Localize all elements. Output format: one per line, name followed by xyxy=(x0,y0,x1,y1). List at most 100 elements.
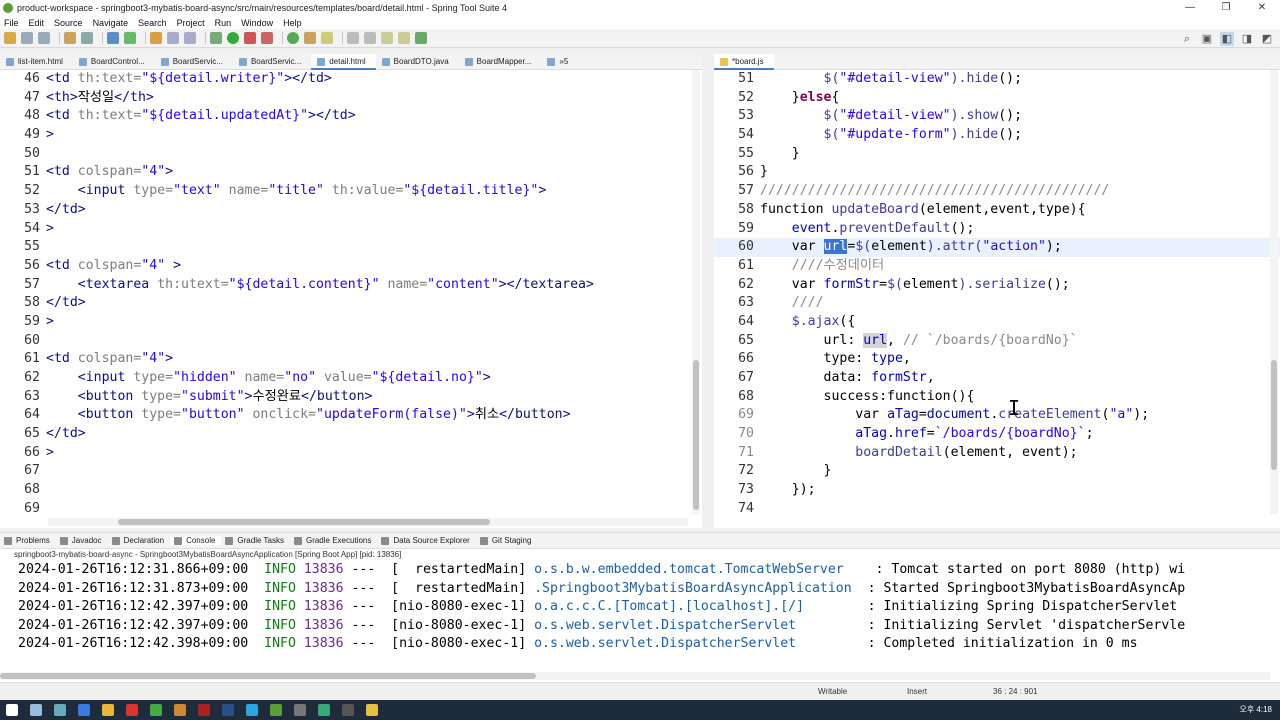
system-clock[interactable]: 오후 4:18 xyxy=(1239,704,1272,715)
back-icon[interactable] xyxy=(381,32,393,44)
console-output[interactable]: 2024-01-26T16:12:31.866+09:00 INFO 13836… xyxy=(0,561,1280,654)
console-tab[interactable]: Gradle Tasks xyxy=(221,536,290,545)
external-tools-icon[interactable] xyxy=(261,32,273,44)
terminal-icon[interactable] xyxy=(107,32,119,44)
editor-tab[interactable]: »5 xyxy=(541,54,578,70)
explorer-icon[interactable] xyxy=(102,704,114,716)
next-annotation-icon[interactable] xyxy=(347,32,359,44)
vscode-icon[interactable] xyxy=(246,704,258,716)
menu-window[interactable]: Window xyxy=(241,18,273,28)
run-icon[interactable] xyxy=(227,32,239,44)
menu-source[interactable]: Source xyxy=(54,18,83,28)
menu-help[interactable]: Help xyxy=(283,18,302,28)
editor-board-js[interactable]: *board.js 51 $("#detail-view").hide(); 52… xyxy=(714,53,1280,528)
line-number: 56 xyxy=(738,164,754,180)
boot-dashboard-icon[interactable] xyxy=(124,32,136,44)
app-icon[interactable] xyxy=(342,704,354,716)
app-icon[interactable] xyxy=(126,704,138,716)
line-number: 52 xyxy=(738,89,754,105)
code-text: success:function(){ xyxy=(760,388,975,404)
pin-editor-icon[interactable] xyxy=(415,32,427,44)
app-icon[interactable] xyxy=(294,704,306,716)
menu-navigate[interactable]: Navigate xyxy=(93,18,129,28)
stop-icon[interactable] xyxy=(244,32,256,44)
editor-splitter[interactable] xyxy=(702,54,714,528)
app-icon[interactable] xyxy=(366,704,378,716)
open-folder-icon[interactable] xyxy=(304,32,316,44)
editor-tab[interactable]: BoardControl... xyxy=(73,54,155,70)
edge-icon[interactable] xyxy=(78,704,90,716)
line-number: 64 xyxy=(738,313,754,329)
left-code-area[interactable]: 46 <td th:text="${detail.writer}"></td> 47… xyxy=(0,70,702,519)
left-vertical-scrollbar[interactable] xyxy=(692,70,700,514)
search-icon[interactable] xyxy=(30,704,42,716)
spring-perspective-icon[interactable]: ◩ xyxy=(1260,32,1274,46)
code-text: ////////////////////////////////////////… xyxy=(760,183,1110,199)
code-text: event.preventDefault(); xyxy=(791,220,975,236)
console-tab[interactable]: Console xyxy=(170,536,222,545)
windows-start-icon[interactable] xyxy=(6,704,18,716)
step-icon[interactable] xyxy=(184,32,196,44)
console-tab[interactable]: Git Staging xyxy=(476,536,538,545)
console-tab[interactable]: Declaration xyxy=(108,536,170,545)
left-horizontal-scrollbar[interactable] xyxy=(48,518,688,526)
editor-tab[interactable]: BoardServic... xyxy=(155,54,233,70)
toolbar-separator xyxy=(342,32,343,44)
menu-project[interactable]: Project xyxy=(177,18,205,28)
editor-tab[interactable]: detail.html xyxy=(311,53,376,70)
console-tab[interactable]: Javadoc xyxy=(56,536,108,545)
save-icon[interactable] xyxy=(21,32,33,44)
minimize-button[interactable]: — xyxy=(1172,0,1208,16)
open-type-icon[interactable] xyxy=(64,32,76,44)
task-view-icon[interactable] xyxy=(54,704,66,716)
menu-run[interactable]: Run xyxy=(215,18,232,28)
sts-taskbar-icon[interactable] xyxy=(270,704,282,716)
menu-file[interactable]: File xyxy=(4,18,19,28)
open-perspective-icon[interactable]: ▣ xyxy=(1200,32,1214,46)
editor-tab[interactable]: BoardServic... xyxy=(233,54,311,70)
code-text: type: type, xyxy=(760,351,911,367)
debug-icon[interactable] xyxy=(210,32,222,44)
menu-search[interactable]: Search xyxy=(138,18,167,28)
right-vertical-scrollbar[interactable] xyxy=(1270,70,1278,514)
console-tab[interactable]: Data Source Explorer xyxy=(377,536,475,545)
annotation-icon[interactable] xyxy=(321,32,333,44)
new-wizard-icon[interactable] xyxy=(287,32,299,44)
status-writable: Writable xyxy=(818,687,848,696)
java-perspective-icon[interactable]: ◧ xyxy=(1220,32,1234,46)
new-icon[interactable] xyxy=(4,32,16,44)
menu-edit[interactable]: Edit xyxy=(29,18,45,28)
scroll-thumb[interactable] xyxy=(118,519,490,525)
scroll-thumb[interactable] xyxy=(0,673,536,679)
scroll-thumb[interactable] xyxy=(1271,360,1277,470)
prev-annotation-icon[interactable] xyxy=(364,32,376,44)
toggle-breakpoint-icon[interactable] xyxy=(150,32,162,44)
debug-perspective-icon[interactable]: ◨ xyxy=(1240,32,1254,46)
right-code-area[interactable]: 51 $("#detail-view").hide(); 52 }else{53 … xyxy=(714,70,1280,519)
code-text: aTag.href=`/boards/{boardNo}`; xyxy=(855,426,1094,442)
editor-tab[interactable]: BoardMapper... xyxy=(459,54,542,70)
search-toolbar-icon[interactable] xyxy=(81,32,93,44)
console-line: 2024-01-26T16:12:42.397+09:00 INFO 13836… xyxy=(18,617,1186,633)
app-icon[interactable] xyxy=(318,704,330,716)
close-button[interactable]: ✕ xyxy=(1244,0,1280,16)
console-horizontal-scrollbar[interactable] xyxy=(0,672,1270,680)
code-text: <button type="submit">수정완료</button> xyxy=(77,388,373,404)
restore-button[interactable]: ❐ xyxy=(1208,0,1244,16)
photoshop-icon[interactable] xyxy=(222,704,234,716)
editor-detail-html[interactable]: list-item.html BoardControl... BoardServic… xyxy=(0,53,702,528)
forward-icon[interactable] xyxy=(398,32,410,44)
console-tab[interactable]: Problems xyxy=(0,536,56,545)
scroll-thumb[interactable] xyxy=(693,360,699,510)
editor-tab[interactable]: BoardDTO.java xyxy=(376,54,459,70)
editor-tab[interactable]: *board.js xyxy=(714,53,774,70)
save-all-icon[interactable] xyxy=(38,32,50,44)
app-icon[interactable] xyxy=(174,704,186,716)
search-icon[interactable]: ⌕ xyxy=(1180,32,1194,46)
acrobat-icon[interactable] xyxy=(198,704,210,716)
code-text: <td th:text="${detail.writer}"></td> xyxy=(46,71,332,86)
console-tab[interactable]: Gradle Executions xyxy=(290,536,377,545)
editor-tab[interactable]: list-item.html xyxy=(0,54,73,70)
skip-breakpoints-icon[interactable] xyxy=(167,32,179,44)
chrome-icon[interactable] xyxy=(150,704,162,716)
